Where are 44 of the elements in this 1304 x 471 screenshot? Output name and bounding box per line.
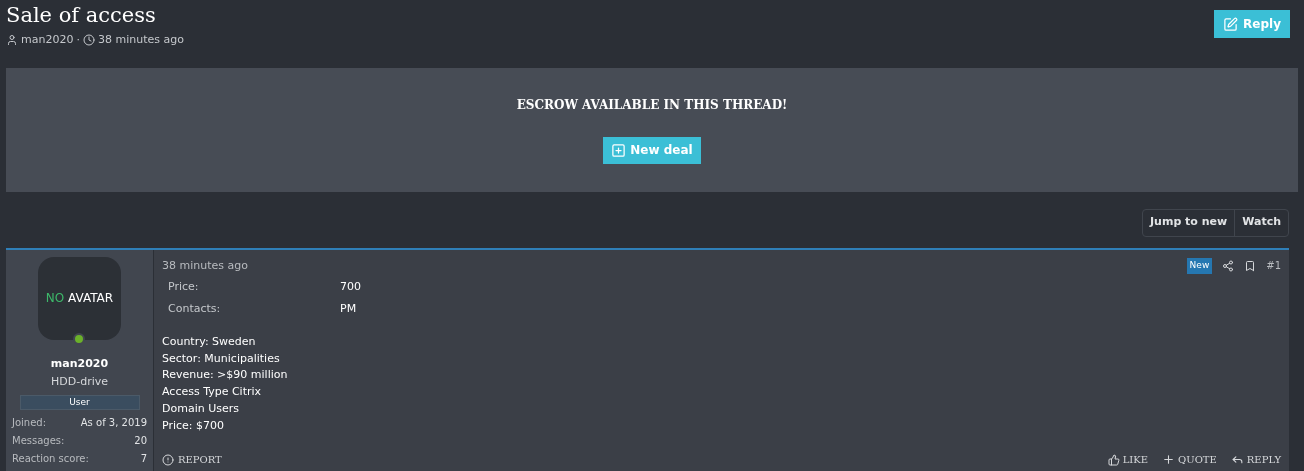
post-number[interactable]: #1 bbox=[1266, 258, 1281, 274]
alert-icon bbox=[162, 453, 174, 466]
stat-value: 20 bbox=[134, 433, 147, 448]
stat-label: Joined: bbox=[12, 415, 47, 430]
thread-action-button[interactable]: Watch bbox=[1234, 209, 1288, 236]
plus-icon bbox=[1162, 453, 1176, 466]
stat-value: As of 3, 2019 bbox=[80, 415, 147, 430]
separator: · bbox=[76, 32, 80, 48]
bookmark-icon[interactable] bbox=[1244, 259, 1257, 272]
username[interactable]: man2020 bbox=[50, 355, 109, 372]
clock-icon bbox=[82, 34, 95, 47]
field-label: Contacts: bbox=[168, 300, 222, 317]
post-text-line: Sector: Municipalities bbox=[162, 350, 281, 367]
user-icon bbox=[6, 34, 18, 47]
new-badge: New bbox=[1186, 258, 1213, 274]
user-title: HDD-drive bbox=[51, 374, 108, 390]
plus-square-icon bbox=[611, 142, 627, 158]
post-action-link[interactable]: REPLY bbox=[1230, 452, 1281, 467]
field-value: PM bbox=[340, 300, 357, 317]
user-role-banner: User bbox=[19, 394, 140, 410]
reply-icon bbox=[1230, 453, 1244, 466]
post-action-link[interactable]: QUOTE bbox=[1162, 452, 1217, 467]
field-value: 700 bbox=[340, 279, 361, 295]
stat-label: Reaction score: bbox=[12, 451, 89, 466]
field-label: Price: bbox=[168, 279, 200, 295]
post-text-line: Access Type Citrix bbox=[162, 384, 263, 401]
thread-title: Sale of access bbox=[6, 2, 157, 29]
post-time: 38 minutes ago bbox=[162, 257, 248, 274]
escrow-text: ESCROW AVAILABLE IN THIS THREAD! bbox=[516, 96, 788, 114]
post-action-link[interactable]: LIKE bbox=[1107, 452, 1149, 467]
post-text-line: Price: $700 bbox=[162, 417, 226, 434]
share-icon[interactable] bbox=[1222, 259, 1235, 272]
post-text-line: Domain Users bbox=[162, 400, 240, 417]
avatar-text: NO AVATAR bbox=[45, 290, 114, 307]
post-text-line: Country: Sweden bbox=[162, 334, 257, 350]
stat-label: Messages: bbox=[12, 433, 65, 448]
post-text-line: Revenue: >$90 million bbox=[162, 367, 289, 384]
edit-icon bbox=[1223, 16, 1239, 32]
thread-action-button[interactable]: Jump to new bbox=[1143, 209, 1235, 236]
stat-value: 7 bbox=[140, 451, 147, 466]
thread-time: 38 minutes ago bbox=[97, 32, 184, 48]
thumbs-up-icon bbox=[1107, 453, 1120, 466]
author-link[interactable]: man2020 bbox=[21, 32, 74, 49]
report-link[interactable]: REPORT bbox=[162, 452, 222, 467]
